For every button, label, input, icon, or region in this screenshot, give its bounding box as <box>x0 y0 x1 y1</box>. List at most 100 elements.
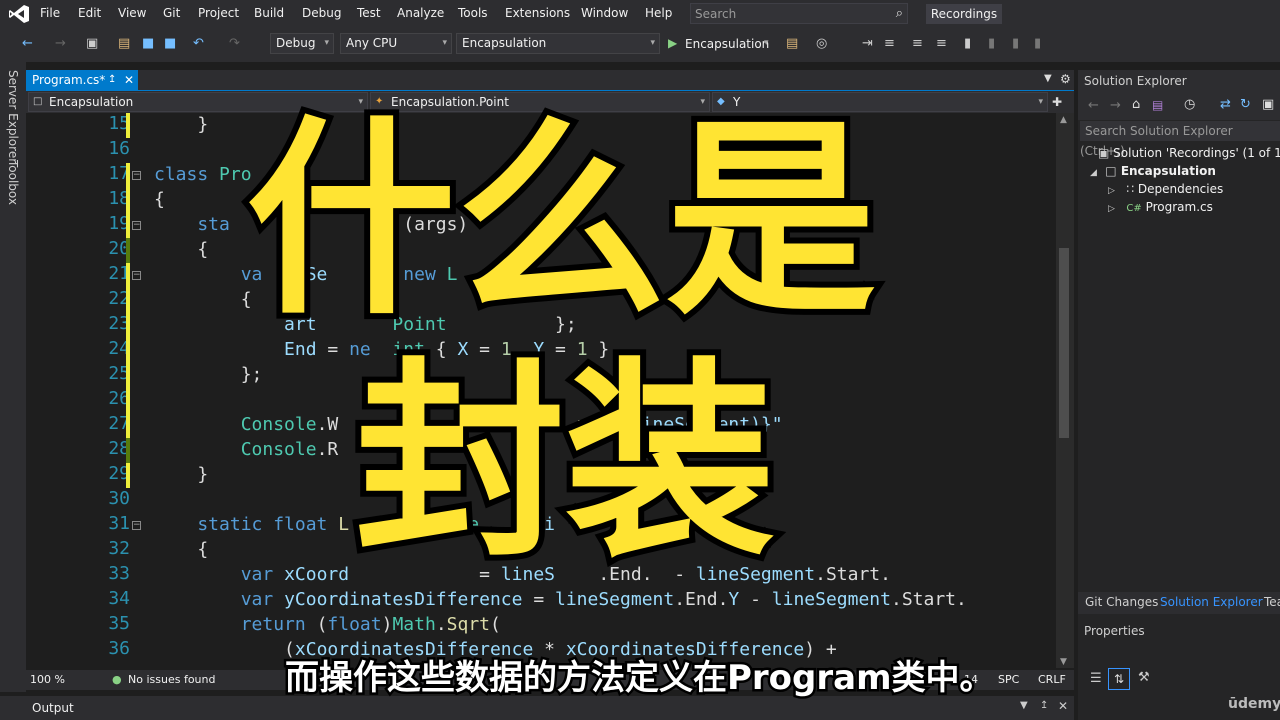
menu-git[interactable]: Git <box>163 6 180 20</box>
new-item-icon[interactable]: ▣ <box>86 36 98 51</box>
chevron-down-icon: ▾ <box>442 38 447 48</box>
code-token: Console <box>240 439 317 460</box>
collapsed-arrow-icon[interactable]: ▷ <box>1108 186 1115 196</box>
undo-icon[interactable]: ↶ <box>193 36 204 51</box>
collapse-icon[interactable]: − <box>132 171 141 180</box>
csharp-file-icon: C# <box>1126 203 1142 214</box>
browse-folder-icon[interactable]: ▤ <box>786 36 798 51</box>
switch-views-icon[interactable]: ▤ <box>1152 98 1163 112</box>
clear-bookmarks-icon[interactable]: ▮ <box>1034 36 1041 51</box>
hot-reload-icon[interactable]: ◎ <box>816 36 827 51</box>
chevron-down-icon[interactable]: ▾ <box>764 38 769 48</box>
tree-item-program-cs[interactable]: ▷ C# Program.cs <box>1108 200 1213 214</box>
format-icon[interactable]: ≡ <box>884 36 895 51</box>
close-icon[interactable]: ✕ <box>124 70 134 90</box>
back-icon[interactable]: ← <box>1088 98 1099 113</box>
line-number: 20 <box>108 238 130 259</box>
solution-explorer-toolbar: ← → ⌂ ▤ ◷ ⇄ ↻ ▣ <box>1078 92 1280 120</box>
collapsed-arrow-icon[interactable]: ▷ <box>1108 204 1115 214</box>
code-line: } <box>154 464 208 485</box>
line-number: 18 <box>108 188 130 209</box>
line-number: 30 <box>108 488 130 509</box>
code-line: return (float)Math.Sqrt( <box>154 614 501 635</box>
property-pages-icon[interactable]: ⚒ <box>1138 670 1150 685</box>
solution-name-badge[interactable]: Recordings <box>926 4 1002 24</box>
menu-test[interactable]: Test <box>357 6 381 20</box>
step-icon[interactable]: ⇥ <box>862 36 873 51</box>
menu-edit[interactable]: Edit <box>78 6 101 20</box>
overlay-title-line2: 封装 <box>349 334 781 591</box>
menu-window[interactable]: Window <box>581 6 628 20</box>
tab-overflow-chevron-icon[interactable]: ▼ <box>1044 73 1052 84</box>
chevron-down-icon[interactable]: ▼ <box>1020 700 1028 711</box>
scroll-up-icon[interactable]: ▲ <box>1060 115 1067 125</box>
menu-debug[interactable]: Debug <box>302 6 341 20</box>
back-icon[interactable]: ← <box>22 36 33 51</box>
menu-file[interactable]: File <box>40 6 60 20</box>
tab-git-changes[interactable]: Git Changes <box>1085 595 1158 609</box>
zoom-level[interactable]: 100 % <box>30 673 65 686</box>
expanded-arrow-icon[interactable]: ◢ <box>1090 168 1097 178</box>
start-debugging-icon[interactable]: ▶ <box>668 36 677 50</box>
bookmark-icon[interactable]: ▮ <box>964 36 971 51</box>
categorized-icon[interactable]: ☰ <box>1090 671 1102 686</box>
menu-extensions[interactable]: Extensions <box>505 6 570 20</box>
output-title[interactable]: Output <box>32 701 74 715</box>
prev-bookmark-icon[interactable]: ▮ <box>988 36 995 51</box>
tab-program-cs[interactable]: Program.cs* ↥ ✕ <box>26 70 138 90</box>
tree-item-dependencies[interactable]: ▷ ∷ Dependencies <box>1108 182 1223 196</box>
tab-solution-explorer[interactable]: Solution Explorer <box>1160 595 1263 609</box>
collapse-icon[interactable]: − <box>132 221 141 230</box>
start-debugging-label[interactable]: Encapsulation <box>685 37 769 51</box>
scrollbar-thumb[interactable] <box>1059 248 1069 438</box>
close-icon[interactable]: ✕ <box>1058 699 1068 713</box>
menu-help[interactable]: Help <box>645 6 672 20</box>
comment-icon[interactable]: ≡ <box>912 36 923 51</box>
configuration-select[interactable]: Debug ▾ <box>270 33 334 54</box>
platform-select[interactable]: Any CPU ▾ <box>340 33 452 54</box>
sync-icon[interactable]: ⇄ <box>1220 97 1231 112</box>
menu-analyze[interactable]: Analyze <box>397 6 444 20</box>
uncomment-icon[interactable]: ≡ <box>936 36 947 51</box>
menu-view[interactable]: View <box>118 6 146 20</box>
tab-team-explorer[interactable]: Tea <box>1264 595 1280 609</box>
startup-project-select[interactable]: Encapsulation ▾ <box>456 33 660 54</box>
redo-icon[interactable]: ↷ <box>229 36 240 51</box>
whitespace-indicator[interactable]: SPC <box>998 673 1019 686</box>
toolbox-tab[interactable]: Toolbox <box>6 160 20 205</box>
menu-project[interactable]: Project <box>198 6 239 20</box>
save-icon[interactable]: ■ <box>142 36 154 51</box>
collapse-all-icon[interactable]: ▣ <box>1262 97 1274 112</box>
split-editor-icon[interactable]: ✚ <box>1052 95 1062 109</box>
change-marker <box>126 338 130 363</box>
home-icon[interactable]: ⌂ <box>1132 97 1140 112</box>
pin-icon[interactable]: ↥ <box>108 70 116 90</box>
save-all-icon[interactable]: ■ <box>164 36 176 51</box>
collapse-icon[interactable]: − <box>132 271 141 280</box>
alphabetical-icon[interactable]: ⇅ <box>1108 668 1130 690</box>
next-bookmark-icon[interactable]: ▮ <box>1012 36 1019 51</box>
scroll-down-icon[interactable]: ▼ <box>1060 657 1067 667</box>
line-ending-indicator[interactable]: CRLF <box>1038 673 1066 686</box>
change-marker <box>126 438 130 463</box>
server-explorer-tab[interactable]: Server Explorer <box>6 70 20 163</box>
search-box[interactable]: Search ⌕ <box>690 3 908 24</box>
collapse-icon[interactable]: − <box>132 521 141 530</box>
refresh-icon[interactable]: ↻ <box>1240 97 1251 112</box>
tree-item-project[interactable]: ◢ □ Encapsulation <box>1090 164 1216 178</box>
solution-explorer-search[interactable]: Search Solution Explorer (Ctrl+;) <box>1080 121 1280 158</box>
change-marker <box>126 288 130 313</box>
open-folder-icon[interactable]: ▤ <box>118 36 130 51</box>
menu-bar: File Edit View Git Project Build Debug Test Anal… <box>0 0 1280 28</box>
tree-item-solution[interactable]: ▣ Solution 'Recordings' (1 of 1 pro <box>1098 146 1280 160</box>
settings-icon[interactable]: ⚙ <box>1060 72 1071 86</box>
pin-icon[interactable]: ↥ <box>1040 700 1048 711</box>
history-icon[interactable]: ◷ <box>1184 97 1195 112</box>
issues-status[interactable]: No issues found <box>128 673 215 686</box>
forward-icon[interactable]: → <box>55 36 66 51</box>
forward-icon[interactable]: → <box>1110 98 1121 113</box>
menu-build[interactable]: Build <box>254 6 284 20</box>
menu-tools[interactable]: Tools <box>458 6 488 20</box>
